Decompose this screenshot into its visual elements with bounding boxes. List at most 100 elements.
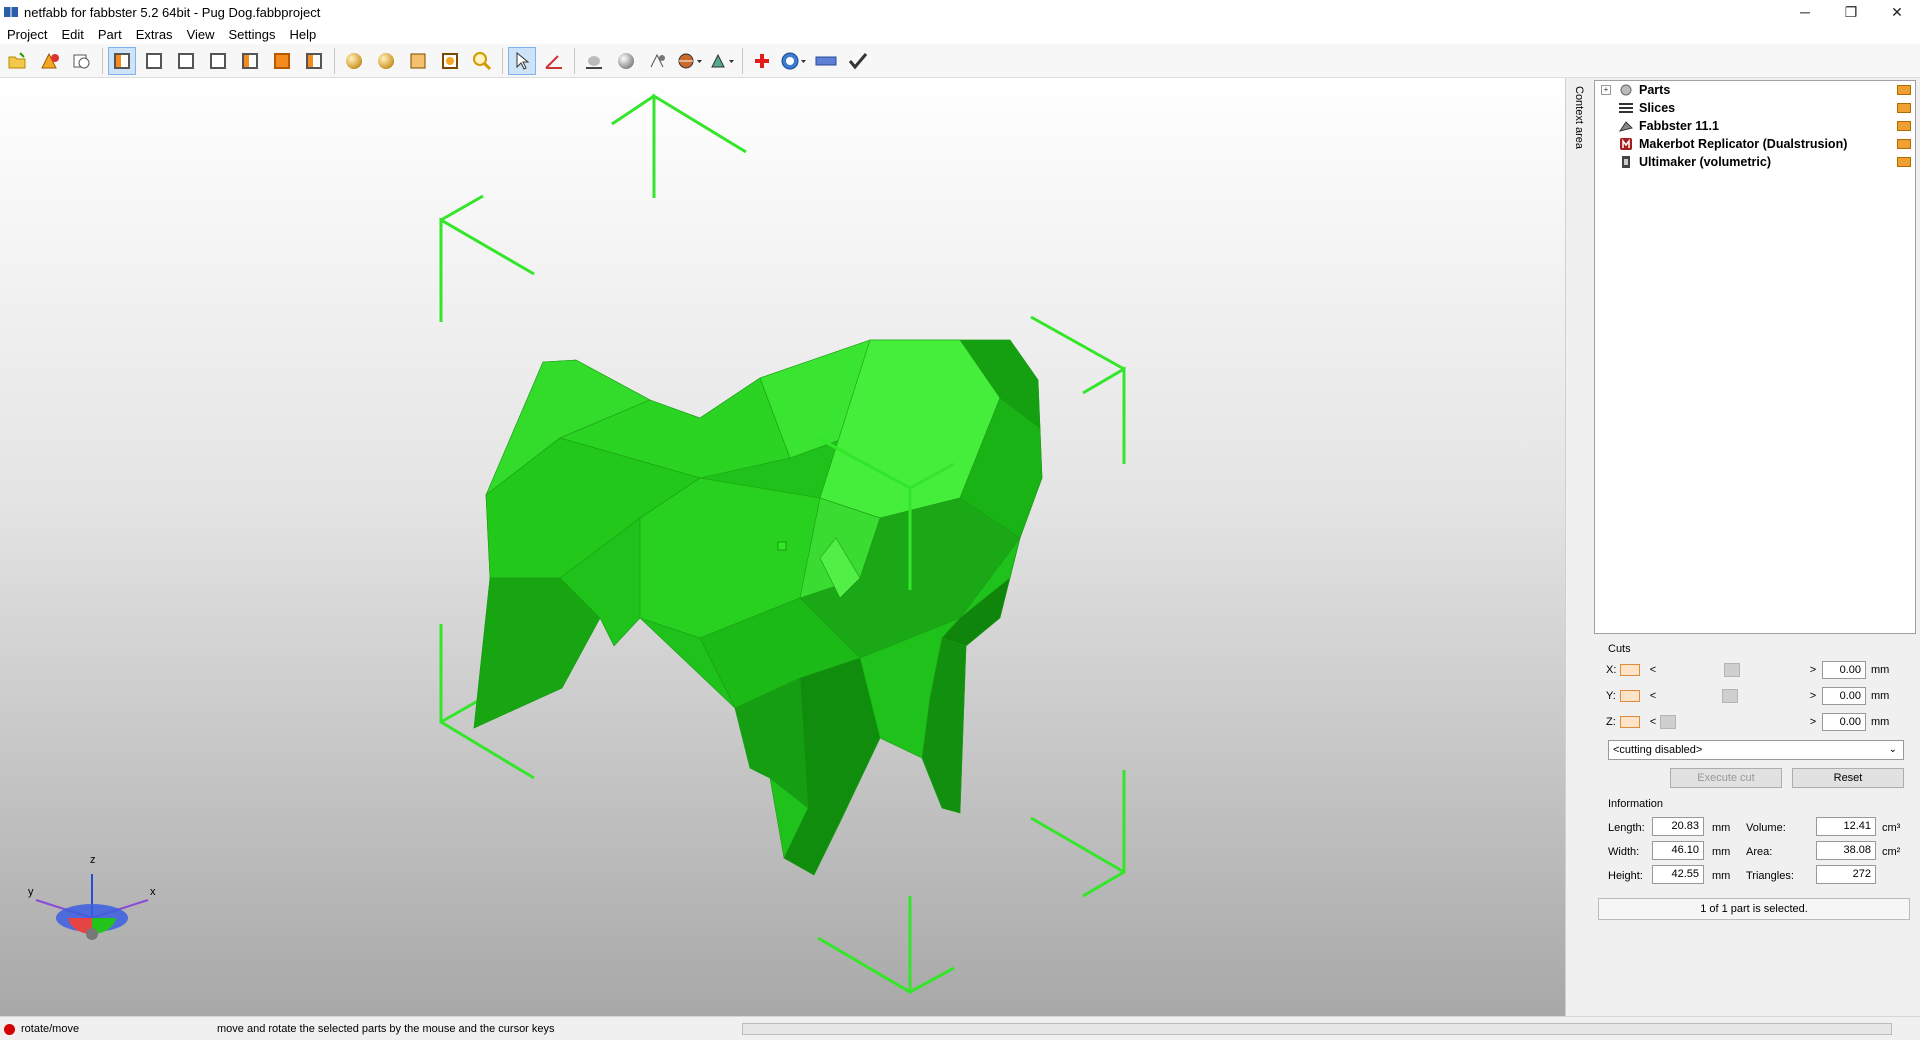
slider-right-arrow[interactable]: > xyxy=(1808,664,1818,676)
axis-label-y: y xyxy=(28,886,34,898)
cutting-mode-select[interactable]: <cutting disabled> ⌄ xyxy=(1608,740,1904,760)
cut-axis-label: X: xyxy=(1606,664,1617,676)
parts-icon xyxy=(1620,84,1632,96)
menu-project[interactable]: Project xyxy=(0,27,54,42)
menu-edit[interactable]: Edit xyxy=(54,27,90,42)
tree-item-fabbster[interactable]: Fabbster 11.1 xyxy=(1595,117,1915,135)
chevron-down-icon: ⌄ xyxy=(1888,744,1897,755)
selection-status: 1 of 1 part is selected. xyxy=(1598,898,1910,920)
cut-z-value[interactable]: 0.00 xyxy=(1822,713,1866,731)
minimize-button[interactable]: ─ xyxy=(1782,0,1828,24)
execute-cut-button[interactable]: Execute cut xyxy=(1670,768,1782,788)
solid-view-icon[interactable] xyxy=(372,47,400,75)
slider-thumb[interactable] xyxy=(1660,715,1676,729)
measure-angle-icon[interactable] xyxy=(540,47,568,75)
status-indicator-icon xyxy=(4,1023,15,1035)
add-slice-icon[interactable] xyxy=(68,47,96,75)
folder-icon[interactable] xyxy=(1897,121,1911,131)
toolbar xyxy=(0,44,1920,78)
cut-x-value[interactable]: 0.00 xyxy=(1822,661,1866,679)
ruler-icon[interactable] xyxy=(812,47,840,75)
pug-dog-model[interactable] xyxy=(473,339,1043,876)
menu-settings[interactable]: Settings xyxy=(222,27,283,42)
cut-z-toggle[interactable] xyxy=(1620,716,1640,728)
triangles-value: 272 xyxy=(1816,865,1876,884)
slider-thumb[interactable] xyxy=(1724,663,1740,677)
volume-value: 12.41 xyxy=(1816,817,1876,836)
wireframe-icon[interactable] xyxy=(404,47,432,75)
render-options-icon[interactable] xyxy=(708,47,736,75)
slider-left-arrow[interactable]: < xyxy=(1648,690,1658,702)
restore-button[interactable]: ❐ xyxy=(1828,0,1874,24)
tree-item-makerbot[interactable]: Makerbot Replicator (Dualstrusion) xyxy=(1595,135,1915,153)
toolbar-separator xyxy=(742,47,743,74)
cut-row-x: X: < > 0.00 mm xyxy=(1606,661,1912,679)
view-front-icon[interactable] xyxy=(108,46,136,75)
expand-toggle-icon[interactable]: + xyxy=(1601,85,1611,95)
makerbot-icon xyxy=(1620,138,1632,150)
cutting-mode-value: <cutting disabled> xyxy=(1613,744,1703,756)
view-top-icon[interactable] xyxy=(236,47,264,75)
menu-part[interactable]: Part xyxy=(91,27,129,42)
open-project-icon[interactable] xyxy=(4,47,32,75)
view-iso-icon[interactable] xyxy=(300,47,328,75)
axis-orientation-gizmo: z y x xyxy=(22,848,162,948)
menu-view[interactable]: View xyxy=(180,27,222,42)
cut-y-toggle[interactable] xyxy=(1620,690,1640,702)
folder-icon[interactable] xyxy=(1897,85,1911,95)
zoom-icon[interactable] xyxy=(468,47,496,75)
folder-icon[interactable] xyxy=(1897,157,1911,167)
cut-y-value[interactable]: 0.00 xyxy=(1822,687,1866,705)
width-unit: mm xyxy=(1712,846,1731,858)
slider-left-arrow[interactable]: < xyxy=(1648,716,1658,728)
menu-extras[interactable]: Extras xyxy=(129,27,180,42)
view-bottom-icon[interactable] xyxy=(268,47,296,75)
panel-splitter[interactable] xyxy=(1565,78,1596,1016)
slider-thumb[interactable] xyxy=(1722,689,1738,703)
netfabb-app-icon xyxy=(4,7,18,17)
view-back-icon[interactable] xyxy=(140,47,168,75)
align-icon[interactable] xyxy=(580,47,608,75)
close-button[interactable]: ✕ xyxy=(1874,0,1920,24)
cut-z-slider[interactable] xyxy=(1658,715,1806,729)
slider-right-arrow[interactable]: > xyxy=(1808,716,1818,728)
folder-icon[interactable] xyxy=(1897,139,1911,149)
repair-icon[interactable] xyxy=(780,47,808,75)
menu-help[interactable]: Help xyxy=(283,27,324,42)
pivot-marker[interactable] xyxy=(777,541,787,551)
tree-item-parts[interactable]: + Parts xyxy=(1595,81,1915,99)
add-support-icon[interactable] xyxy=(748,47,776,75)
cut-row-y: Y: < > 0.00 mm xyxy=(1606,687,1912,705)
tree-item-ultimaker[interactable]: Ultimaker (volumetric) xyxy=(1595,153,1915,171)
perspective-icon[interactable] xyxy=(644,47,672,75)
slider-right-arrow[interactable]: > xyxy=(1808,690,1818,702)
reset-button[interactable]: Reset xyxy=(1792,768,1904,788)
sphere-icon[interactable] xyxy=(612,47,640,75)
axis-label-z: z xyxy=(90,854,96,866)
context-area-tab[interactable]: Context area xyxy=(1573,86,1585,149)
cut-x-slider[interactable] xyxy=(1658,663,1806,677)
box-view-icon[interactable] xyxy=(436,47,464,75)
tree-item-slices[interactable]: Slices xyxy=(1595,99,1915,117)
scene-canvas[interactable] xyxy=(0,78,1565,1016)
select-pointer-icon[interactable] xyxy=(508,46,536,75)
check-icon[interactable] xyxy=(844,47,872,75)
add-part-icon[interactable] xyxy=(36,47,64,75)
cut-x-toggle[interactable] xyxy=(1620,664,1640,676)
view-right-icon[interactable] xyxy=(204,47,232,75)
area-label: Area: xyxy=(1746,846,1773,858)
shaded-view-icon[interactable] xyxy=(340,47,368,75)
triangles-label: Triangles: xyxy=(1746,870,1794,882)
slices-icon xyxy=(1619,103,1633,113)
volume-label: Volume: xyxy=(1746,822,1786,834)
folder-icon[interactable] xyxy=(1897,103,1911,113)
section-icon[interactable] xyxy=(676,47,704,75)
slider-left-arrow[interactable]: < xyxy=(1648,664,1658,676)
3d-viewport[interactable]: z y x xyxy=(0,78,1565,1016)
view-left-icon[interactable] xyxy=(172,47,200,75)
width-value: 46.10 xyxy=(1652,841,1704,860)
tree-item-label: Parts xyxy=(1639,83,1671,97)
cut-y-slider[interactable] xyxy=(1658,689,1806,703)
cuts-heading: Cuts xyxy=(1608,643,1631,655)
cut-axis-label: Z: xyxy=(1606,716,1616,728)
